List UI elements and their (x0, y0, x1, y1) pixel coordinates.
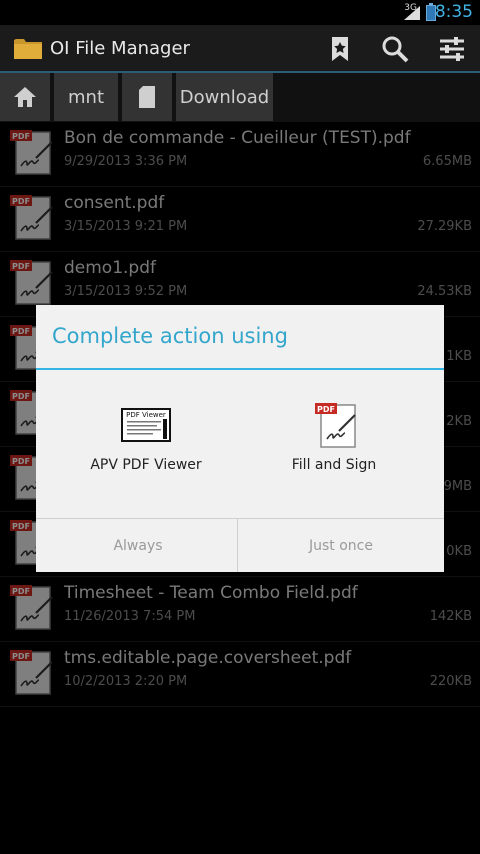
pdf-viewer-icon: PDF Viewer (121, 408, 171, 442)
app-option-label: APV PDF Viewer (90, 457, 202, 473)
dialog-title: Complete action using (52, 324, 288, 348)
app-option-fill-and-sign[interactable]: PDF Fill and Sign (254, 401, 414, 473)
bookmark-icon[interactable] (325, 34, 355, 64)
fill-and-sign-icon: PDF (315, 403, 356, 448)
app-option-apv-pdf-viewer[interactable]: PDF Viewer APV PDF Viewer (66, 401, 226, 473)
svg-text:PDF Viewer: PDF Viewer (126, 411, 166, 419)
complete-action-dialog: Complete action using PDF Viewer APV PDF… (36, 305, 444, 572)
dialog-title-divider (36, 368, 444, 370)
status-bar: 3G 8:35 (0, 0, 480, 25)
app-title: OI File Manager (50, 38, 190, 59)
breadcrumb-item-mnt[interactable]: mnt (54, 73, 118, 121)
action-bar: OI File Manager (0, 25, 480, 73)
sdcard-icon (139, 86, 155, 108)
breadcrumb-sdcard[interactable] (122, 73, 172, 121)
home-icon (14, 87, 36, 107)
always-button[interactable]: Always (36, 519, 240, 572)
signal-icon (404, 6, 420, 20)
svg-text:PDF: PDF (317, 405, 335, 414)
breadcrumb-home[interactable] (0, 73, 50, 121)
breadcrumb-item-download[interactable]: Download (176, 73, 273, 121)
search-icon[interactable] (380, 34, 410, 64)
clock: 8:35 (434, 2, 473, 22)
app-option-label: Fill and Sign (291, 457, 377, 473)
just-once-button[interactable]: Just once (238, 519, 444, 572)
breadcrumb: mnt Download (0, 73, 480, 122)
folder-app-icon[interactable] (14, 37, 42, 59)
settings-sliders-icon[interactable] (437, 34, 467, 64)
